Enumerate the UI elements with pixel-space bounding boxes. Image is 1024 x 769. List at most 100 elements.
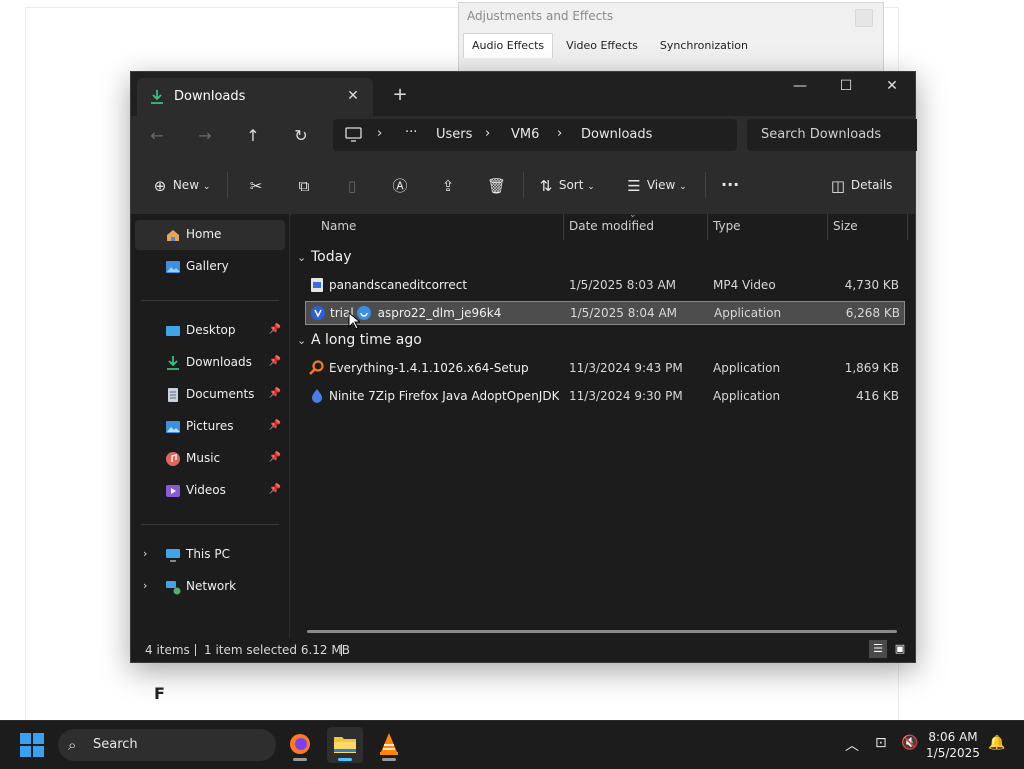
tab-video-effects[interactable]: Video Effects xyxy=(557,33,647,58)
up-button[interactable]: ↑ xyxy=(241,124,265,148)
table-row[interactable]: panandscaneditcorrect 1/5/2025 8:03 AM M… xyxy=(305,274,903,296)
sidebar-item-label: Music xyxy=(186,451,221,465)
new-button[interactable]: ⊕ New ⌄ xyxy=(151,173,211,197)
file-list: Name ⌄ Date modified Type Size ⌄ Today pa… xyxy=(291,210,915,638)
sort-button[interactable]: ⇅ Sort ⌄ xyxy=(537,173,595,197)
sidebar-item-gallery[interactable]: Gallery xyxy=(135,252,285,282)
address-bar[interactable]: › ··· Users › VM6 › Downloads xyxy=(333,119,737,151)
tab-audio-effects[interactable]: Audio Effects xyxy=(463,33,554,58)
sidebar-item-pictures[interactable]: Pictures 📌 xyxy=(135,412,285,442)
mp4-file-icon xyxy=(311,278,323,292)
item-count: 4 items xyxy=(145,643,190,657)
column-header-size[interactable]: Size xyxy=(833,219,858,233)
system-clock[interactable]: 8:06 AM 1/5/2025 xyxy=(924,729,982,761)
details-button[interactable]: ◫ Details xyxy=(829,173,893,197)
firefox-taskbar-button[interactable] xyxy=(282,727,318,763)
back-button[interactable]: ← xyxy=(145,124,169,148)
vlc-icon xyxy=(380,733,398,755)
trash-icon: 🗑 xyxy=(487,176,507,195)
column-header-date[interactable]: Date modified xyxy=(569,219,654,233)
monitor-icon xyxy=(345,127,362,142)
more-options-button[interactable]: ··· xyxy=(721,173,739,197)
table-row-selected[interactable]: trial aspro22_dlm_je96k4 1/5/2025 8:04 AM… xyxy=(305,301,905,330)
tiles-view-icon[interactable]: ▣ xyxy=(891,640,909,658)
column-divider[interactable] xyxy=(563,214,564,240)
videos-icon xyxy=(166,485,180,497)
breadcrumb-vm6[interactable]: VM6 xyxy=(511,127,539,142)
sidebar-item-desktop[interactable]: Desktop 📌 xyxy=(135,316,285,346)
documents-icon xyxy=(168,388,178,402)
new-label: New xyxy=(172,178,200,192)
group-header-today[interactable]: ⌄ Today xyxy=(297,249,352,265)
chevron-right-icon[interactable]: › xyxy=(143,579,147,592)
table-row[interactable]: Ninite 7Zip Firefox Java AdoptOpenJDK x.… xyxy=(305,385,903,407)
volume-muted-icon[interactable]: 🔇 xyxy=(901,735,918,751)
mouse-cursor-icon xyxy=(348,312,360,330)
divider xyxy=(195,644,196,656)
chevron-down-icon: ⌄ xyxy=(297,334,307,347)
column-divider[interactable] xyxy=(827,214,828,240)
sidebar-item-network[interactable]: › Network xyxy=(135,572,285,602)
notification-bell-icon[interactable]: 🔔 xyxy=(988,735,1005,751)
dialog-tabs: Audio Effects Video Effects Synchronizat… xyxy=(463,33,761,58)
running-indicator xyxy=(382,758,396,761)
paste-button[interactable]: ▯ xyxy=(343,173,361,197)
rename-icon: Ⓐ xyxy=(392,176,408,195)
table-row[interactable]: Everything-1.4.1.1026.x64-Setup 11/3/202… xyxy=(305,357,903,379)
chevron-right-icon: › xyxy=(377,126,383,141)
breadcrumb-downloads[interactable]: Downloads xyxy=(581,127,652,142)
maximize-button[interactable]: ☐ xyxy=(823,72,869,102)
sidebar-item-videos[interactable]: Videos 📌 xyxy=(135,476,285,506)
minimize-button[interactable]: — xyxy=(777,72,823,102)
file-explorer-taskbar-button[interactable] xyxy=(327,727,363,763)
share-icon: ⇪ xyxy=(441,176,455,195)
sidebar-item-this-pc[interactable]: › This PC xyxy=(135,540,285,570)
file-name: Everything-1.4.1.1026.x64-Setup xyxy=(329,361,529,375)
sidebar-item-music[interactable]: Music 📌 xyxy=(135,444,285,474)
close-window-button[interactable]: ✕ xyxy=(869,72,915,102)
vlc-taskbar-button[interactable] xyxy=(371,727,407,763)
refresh-button[interactable]: ↻ xyxy=(289,124,313,148)
desktop-icon xyxy=(166,326,180,336)
column-header-name[interactable]: Name xyxy=(321,219,356,233)
copy-button[interactable]: ⧉ xyxy=(295,173,313,197)
column-divider[interactable] xyxy=(707,214,708,240)
search-input[interactable]: Search Downloads xyxy=(747,119,917,151)
forward-button[interactable]: → xyxy=(193,124,217,148)
horizontal-scrollbar[interactable] xyxy=(307,630,897,633)
column-divider[interactable] xyxy=(907,214,908,240)
running-indicator xyxy=(293,758,307,761)
paste-icon: ▯ xyxy=(347,176,357,195)
chevron-right-icon[interactable]: › xyxy=(143,547,147,560)
sidebar-item-downloads[interactable]: Downloads 📌 xyxy=(135,348,285,378)
sidebar-item-label: Network xyxy=(186,579,237,593)
group-header-long-time-ago[interactable]: ⌄ A long time ago xyxy=(297,332,422,348)
rename-button[interactable]: Ⓐ xyxy=(391,173,409,197)
tab-downloads[interactable]: Downloads ✕ xyxy=(137,78,373,116)
selection-info: 1 item selected 6.12 MB xyxy=(204,643,350,657)
delete-button[interactable]: 🗑 xyxy=(487,173,507,197)
new-tab-button[interactable]: + xyxy=(389,84,411,106)
details-view-icon[interactable]: ☰ xyxy=(869,640,887,658)
tab-synchronization[interactable]: Synchronization xyxy=(651,33,757,58)
cut-button[interactable]: ✂ xyxy=(247,173,265,197)
breadcrumb-users[interactable]: Users xyxy=(436,127,472,142)
column-header-type[interactable]: Type xyxy=(713,219,741,233)
more-icon[interactable]: ··· xyxy=(405,125,417,140)
pin-icon: 📌 xyxy=(268,356,281,367)
share-button[interactable]: ⇪ xyxy=(439,173,457,197)
clock-date: 1/5/2025 xyxy=(926,746,980,760)
dialog-close-button[interactable] xyxy=(855,9,873,27)
sidebar-item-documents[interactable]: Documents 📌 xyxy=(135,380,285,410)
taskbar-search[interactable]: ⌕ Search xyxy=(58,729,276,761)
sidebar-item-home[interactable]: Home xyxy=(135,220,285,250)
divider xyxy=(341,644,342,656)
view-button[interactable]: ☰ View ⌄ xyxy=(625,173,686,197)
network-status-icon[interactable]: ⊡ xyxy=(875,735,887,751)
close-tab-button[interactable]: ✕ xyxy=(343,86,363,106)
divider xyxy=(141,524,279,525)
pin-icon: 📌 xyxy=(268,324,281,335)
tab-label: Downloads xyxy=(174,89,246,104)
windows-start-icon[interactable] xyxy=(20,733,44,757)
chevron-up-icon[interactable]: ︿ xyxy=(845,735,859,755)
